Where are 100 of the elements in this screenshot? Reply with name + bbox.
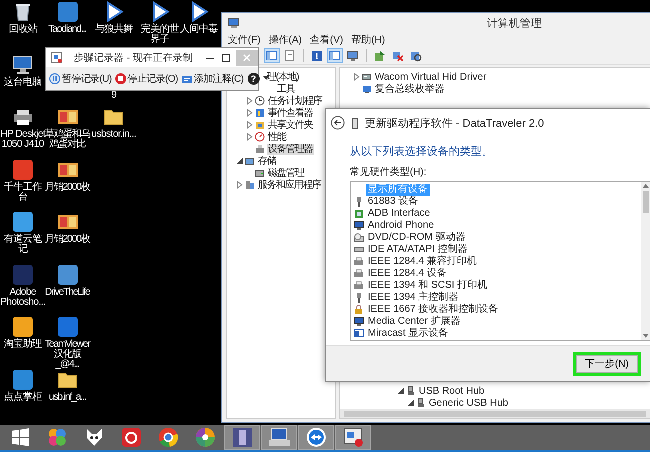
desktop-icon-label[interactable]: 月销2000枚 — [44, 182, 90, 192]
service-icon — [245, 180, 255, 190]
desktop-icon-label[interactable]: Adobe Photosho... — [0, 288, 46, 308]
toolbar-button[interactable] — [327, 48, 343, 63]
plug-icon — [354, 197, 364, 207]
horizontal-scrollbar[interactable] — [340, 409, 650, 418]
app-icon[interactable] — [58, 264, 78, 284]
desktop-icon-label[interactable]: 与狼共舞 — [95, 25, 133, 35]
printer-icon — [354, 269, 364, 279]
list-item[interactable]: IEEE 1394 主控制器 — [366, 292, 461, 304]
toolbar-button[interactable] — [264, 48, 280, 63]
tree-item[interactable]: 理(本地) — [266, 72, 300, 82]
maximize-icon[interactable] — [220, 52, 232, 64]
tree-item[interactable]: 性能 — [267, 132, 287, 142]
disc-drive-icon — [354, 233, 364, 243]
back-icon[interactable] — [331, 116, 345, 130]
desktop-icon-label[interactable]: 月销2000枚 — [44, 235, 90, 245]
update-icon — [374, 50, 386, 62]
device-icon — [362, 72, 372, 82]
clock-icon — [255, 96, 265, 106]
help-icon — [311, 50, 323, 62]
taskbar-button[interactable] — [261, 425, 297, 450]
tree-item[interactable]: 设备管理器 — [267, 144, 314, 154]
tree-item[interactable]: 工具 — [276, 84, 296, 94]
list-item[interactable]: IEEE 1284.4 兼容打印机 — [366, 256, 479, 268]
menu-item[interactable]: 操作(A) — [268, 33, 302, 47]
desktop-icon-label[interactable]: Taodiand... — [48, 25, 86, 35]
list-item[interactable]: IEEE 1394 和 SCSI 打印机 — [366, 280, 490, 292]
tree-item[interactable]: 任务计划程序 — [267, 96, 323, 106]
scroll-up-icon[interactable] — [642, 184, 648, 188]
tree-item[interactable]: 存储 — [257, 156, 277, 166]
tree-item[interactable]: 服务和应用程序 — [257, 180, 322, 190]
toolbar-button[interactable]: 停止记录(O) — [114, 72, 179, 86]
desktop-icon-label[interactable]: usb.inf_a... — [49, 392, 86, 402]
computer-icon[interactable] — [12, 54, 34, 76]
browser-icon — [156, 426, 180, 449]
desktop-icon-label[interactable]: 草鸡蛋和乌鸡蛋对比 — [44, 130, 90, 150]
scroll-down-icon[interactable] — [642, 334, 648, 338]
menu-item[interactable]: 查看(V) — [310, 33, 344, 47]
tree-item[interactable]: Generic USB Hub — [428, 398, 510, 408]
desktop-icon-label[interactable]: 这台电脑 — [4, 78, 42, 88]
hardware-type-list[interactable]: 显示所有设备 61883 设备 ADB Interface Android Phone DVD/CD-ROM 驱动器 IDE ATA/ATAPI 控制器 IEEE 1284.4 兼容打印机 IEEE 1284.4 设备 IEEE 1394 和 SCSI 打印机 IEEE 1394 主控制器 IEEE 1667 接收器和控制设备 Media Center 扩展器 Miracast 显示设备 — [350, 181, 650, 341]
tree-item[interactable]: Wacom Virtual Hid Driver — [374, 72, 488, 82]
toolbar-button[interactable]: 添加注释(C) — [180, 72, 245, 86]
tree-item[interactable]: 共享文件夹 — [267, 120, 314, 130]
app-icon[interactable] — [58, 2, 78, 22]
taskbar-button[interactable] — [335, 425, 371, 450]
app-icon[interactable] — [13, 160, 33, 180]
list-item[interactable]: ADB Interface — [366, 208, 432, 220]
tree-item[interactable]: 磁盘管理 — [267, 168, 305, 178]
pause-icon — [49, 72, 61, 84]
tree-item[interactable]: USB Root Hub — [418, 386, 486, 396]
bus-icon — [362, 84, 372, 94]
desktop-icon-label[interactable]: TeamViewer 汉化版_@4... — [44, 340, 90, 370]
menu-item[interactable]: 帮助(H) — [351, 33, 386, 47]
help-button[interactable]: ? — [248, 72, 260, 84]
list-item[interactable]: IEEE 1284.4 设备 — [366, 268, 449, 280]
desktop-icon-label[interactable]: DriveTheLife — [45, 288, 90, 298]
window-title: 步骤记录器 - 现在正在录制 — [73, 52, 194, 64]
toolbar-button[interactable] — [309, 48, 325, 63]
toolbar-button[interactable]: 暂停记录(U) — [48, 72, 113, 86]
desktop-icon-label[interactable]: 人间中毒 — [180, 25, 218, 35]
monitor-icon — [354, 317, 364, 327]
expander-icon[interactable] — [236, 157, 244, 165]
gauge-icon — [255, 132, 265, 142]
scroll-thumb[interactable] — [642, 191, 648, 213]
printer-icon — [354, 281, 364, 291]
tree-item[interactable]: 事件查看器 — [267, 108, 314, 118]
list-item[interactable]: IDE ATA/ATAPI 控制器 — [366, 244, 470, 256]
vertical-scrollbar[interactable] — [641, 182, 650, 340]
list-item[interactable]: Media Center 扩展器 — [366, 316, 463, 328]
app-icon[interactable] — [13, 370, 33, 390]
expander-icon[interactable] — [407, 399, 415, 407]
list-item[interactable]: Android Phone — [366, 220, 436, 232]
desktop-icon-label[interactable]: 千牛工作台 — [0, 182, 46, 202]
plug-icon — [354, 293, 364, 303]
tree-item[interactable]: 复合总线枚举器 — [374, 84, 446, 94]
desktop-icon-label[interactable]: HP Deskjet 1050 J410 — [0, 130, 46, 150]
menu-item[interactable]: 文件(F) — [228, 33, 261, 47]
desktop-icon-label[interactable]: 淘宝助理 — [4, 340, 42, 350]
list-item[interactable]: Miracast 显示设备 — [366, 328, 451, 340]
color-wheel-icon — [194, 426, 216, 449]
taskbar-button[interactable] — [298, 425, 334, 450]
usb-icon — [416, 398, 426, 408]
taskbar-button[interactable] — [224, 425, 260, 450]
desktop-icon-label[interactable]: 有道云笔记 — [0, 235, 46, 255]
dialog-title: 更新驱动程序软件 - DataTraveler 2.0 — [365, 116, 544, 130]
list-label: 常见硬件类型(H): — [350, 167, 428, 179]
list-item[interactable]: 61883 设备 — [366, 196, 421, 208]
computer-icon — [268, 426, 290, 449]
desktop-icon-label[interactable]: 9 — [111, 90, 117, 100]
desktop-icon-label[interactable]: 点点掌柜 — [4, 392, 42, 402]
usb-drive-icon — [352, 118, 358, 128]
app-icon[interactable] — [58, 317, 78, 337]
list-item[interactable]: DVD/CD-ROM 驱动器 — [366, 232, 468, 244]
desktop-icon-label[interactable]: usbstor.in... — [92, 130, 136, 140]
panel-icon — [329, 50, 341, 62]
list-item[interactable]: IEEE 1667 接收器和控制设备 — [366, 304, 501, 316]
desktop-icon-label[interactable]: 回收站 — [8, 25, 38, 35]
expander-icon[interactable] — [397, 387, 405, 395]
